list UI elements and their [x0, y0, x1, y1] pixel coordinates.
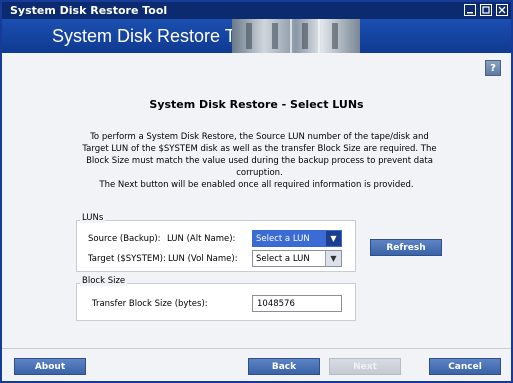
page-description: To perform a System Disk Restore, the So…: [82, 132, 437, 178]
target-label: Target ($SYSTEM):: [88, 254, 166, 264]
help-icon: ?: [490, 62, 496, 74]
maximize-icon[interactable]: [480, 4, 492, 16]
next-button[interactable]: Next: [329, 358, 401, 375]
luns-group-label: LUNs: [80, 213, 106, 223]
target-lun-value: Select a LUN: [256, 253, 310, 264]
chevron-down-icon[interactable]: ▼: [326, 231, 341, 246]
window-title: System Disk Restore Tool: [10, 4, 168, 17]
source-lun-value: Select a LUN: [256, 233, 310, 244]
title-bar: System Disk Restore Tool: [2, 2, 511, 19]
source-lun-select[interactable]: Select a LUN ▼: [252, 230, 342, 247]
refresh-button[interactable]: Refresh: [370, 239, 442, 256]
block-size-group-label: Block Size: [80, 276, 128, 286]
source-label: Source (Backup):: [88, 234, 161, 244]
back-button[interactable]: Back: [248, 358, 320, 375]
chevron-down-icon[interactable]: ▼: [325, 251, 341, 266]
banner-title: System Disk Restore Tool: [52, 25, 258, 46]
server-hardware-image: [232, 19, 360, 53]
footer-divider: [2, 348, 511, 349]
transfer-block-size-label: Transfer Block Size (bytes):: [92, 299, 208, 309]
target-sublabel: LUN (Vol Name):: [168, 254, 238, 264]
minimize-icon[interactable]: [464, 4, 476, 16]
close-icon[interactable]: [496, 4, 508, 16]
source-sublabel: LUN (Alt Name):: [167, 234, 236, 244]
transfer-block-size-input[interactable]: 1048576: [252, 295, 342, 312]
window-controls: [464, 4, 508, 16]
next-button-note: The Next button will be enabled once all…: [99, 180, 414, 190]
app-window: System Disk Restore Tool System Disk Res…: [0, 0, 513, 383]
transfer-block-size-value: 1048576: [257, 298, 295, 309]
banner: System Disk Restore Tool: [2, 19, 511, 53]
about-button[interactable]: About: [14, 358, 86, 375]
page-heading: System Disk Restore - Select LUNs: [149, 98, 364, 111]
cancel-button[interactable]: Cancel: [429, 358, 501, 375]
target-lun-select[interactable]: Select a LUN ▼: [252, 250, 342, 267]
help-button[interactable]: ?: [485, 60, 501, 76]
